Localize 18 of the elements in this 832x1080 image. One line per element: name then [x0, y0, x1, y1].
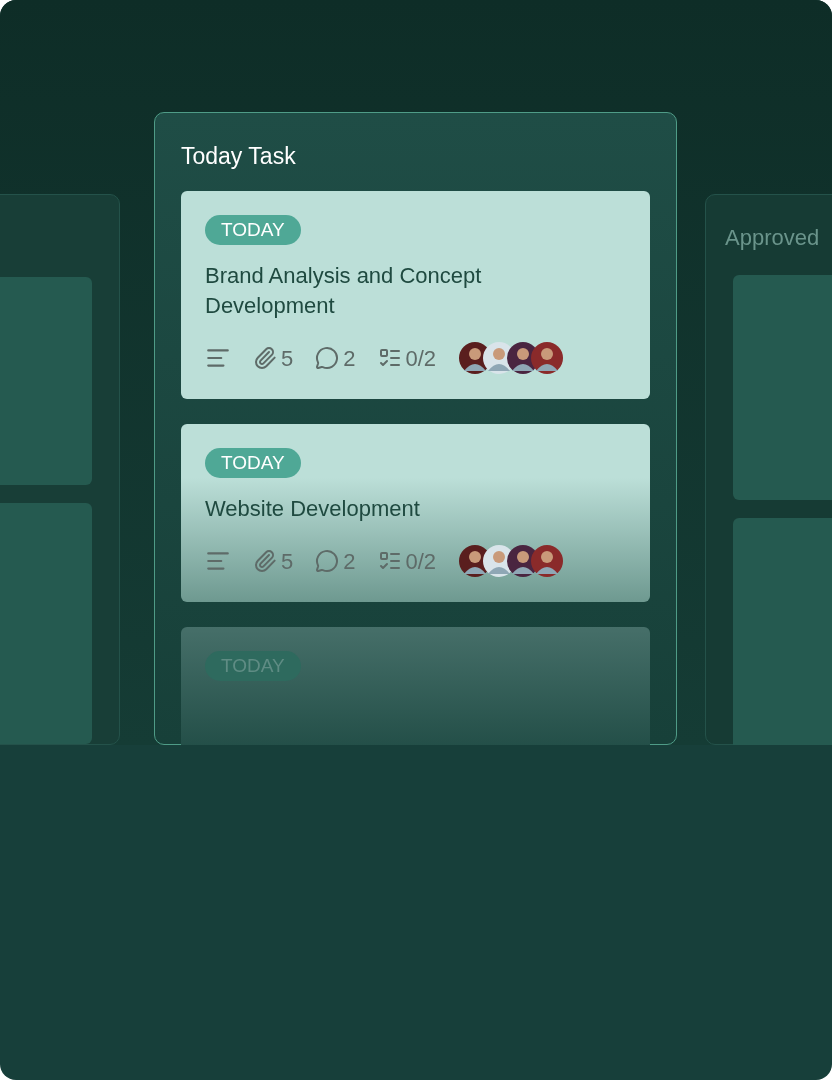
- today-badge: TODAY: [205, 215, 301, 245]
- comment-count: 2: [343, 547, 356, 576]
- task-card[interactable]: TODAY Brand Analysis and Concept Development 5 2 0/2: [181, 191, 650, 399]
- comment-count: 2: [343, 344, 356, 373]
- comment-icon: [315, 346, 340, 370]
- attachment-count: 5: [281, 547, 294, 576]
- checklist-count: 0/2: [405, 344, 437, 373]
- comment-icon: [315, 549, 340, 573]
- column-title: Today Task: [181, 142, 297, 171]
- attachment-count: 5: [281, 344, 294, 373]
- checklist-count: 0/2: [405, 547, 437, 576]
- today-badge: TODAY: [205, 448, 301, 478]
- task-card[interactable]: TODAY Website Development 5 2 0/2: [181, 424, 650, 602]
- task-title: Brand Analysis and Concept Development: [205, 262, 483, 320]
- paperclip-icon: [253, 549, 277, 573]
- column-title: Approved: [725, 224, 821, 252]
- task-title: Website Development: [205, 495, 421, 523]
- paperclip-icon: [253, 346, 277, 370]
